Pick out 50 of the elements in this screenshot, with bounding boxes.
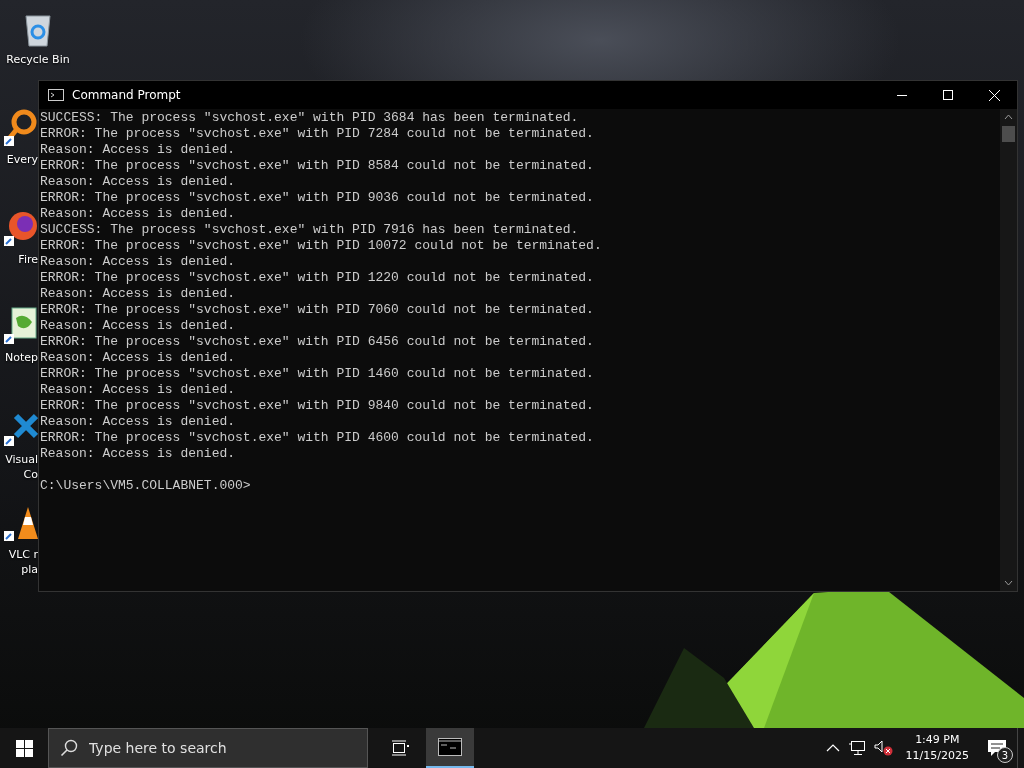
console-output-line: Reason: Access is denied. — [40, 382, 237, 398]
scroll-up-icon[interactable] — [1004, 114, 1013, 120]
console-output-line: ERROR: The process "svchost.exe" with PID 6456 could not be terminated. — [40, 334, 595, 350]
console-output-line: ERROR: The process "svchost.exe" with PID 7284 could not be terminated. — [40, 126, 595, 142]
console-output-line: ERROR: The process "svchost.exe" with PID 8584 could not be terminated. — [40, 158, 595, 174]
scroll-down-icon[interactable] — [1004, 580, 1013, 586]
desktop-icon-label[interactable]: Every — [6, 152, 38, 167]
maximize-icon — [943, 90, 953, 100]
command-prompt-line[interactable]: C:\Users\VM5.COLLABNET.000> — [40, 478, 1000, 494]
desktop-icon-label[interactable]: Visual — [5, 452, 38, 467]
console-output-line: ERROR: The process "svchost.exe" with PID 9036 could not be terminated. — [40, 190, 595, 206]
console-output-line: Reason: Access is denied. — [40, 206, 237, 222]
desktop-icon-label[interactable]: Notep — [4, 350, 38, 365]
desktop-icon-label[interactable]: pla — [21, 562, 38, 577]
desktop-icon-label[interactable]: Recycle Bin — [6, 52, 70, 67]
muted-speaker-icon[interactable] — [873, 740, 894, 756]
desktop-icon-label[interactable]: VLC r — [8, 547, 38, 562]
terminal-icon — [48, 89, 64, 101]
clock-time[interactable]: 1:49 PM — [915, 732, 960, 748]
clock-date[interactable]: 11/15/2025 — [905, 748, 969, 764]
console-output-line: Reason: Access is denied. — [40, 414, 237, 430]
scrollbar-thumb[interactable] — [1002, 126, 1015, 142]
chevron-up-icon[interactable] — [825, 743, 840, 753]
console-output-line: ERROR: The process "svchost.exe" with PID 1220 could not be terminated. — [40, 270, 595, 286]
console-output-line: ERROR: The process "svchost.exe" with PID 7060 could not be terminated. — [40, 302, 595, 318]
console-output-line: SUCCESS: The process "svchost.exe" with PID 3684 has been terminated. — [40, 110, 580, 126]
console-output-line: Reason: Access is denied. — [40, 142, 237, 158]
window-title: Command Prompt — [72, 88, 181, 102]
command-prompt-taskbar-button[interactable] — [426, 728, 474, 768]
console-output-line: ERROR: The process "svchost.exe" with PID 1460 could not be terminated. — [40, 366, 595, 382]
console-output-line: ERROR: The process "svchost.exe" with PID 9840 could not be terminated. — [40, 398, 595, 414]
notification-count-badge: 3 — [997, 747, 1013, 763]
console-output-line: ERROR: The process "svchost.exe" with PID 4600 could not be terminated. — [40, 430, 595, 446]
windows-logo-icon — [15, 739, 33, 757]
close-icon — [988, 89, 1000, 101]
desktop-icon-label[interactable]: Fire — [18, 252, 38, 267]
search-icon — [60, 739, 78, 757]
console-output-line: Reason: Access is denied. — [40, 318, 237, 334]
desktop-icon-label[interactable]: Co — [23, 467, 38, 482]
search-field[interactable]: Type here to search — [48, 728, 368, 768]
terminal-icon — [438, 738, 462, 756]
task-view-icon — [391, 740, 409, 756]
console-output-line: SUCCESS: The process "svchost.exe" with PID 7916 has been terminated. — [40, 222, 580, 238]
console-output-line: Reason: Access is denied. — [40, 254, 237, 270]
console-output-line: ERROR: The process "svchost.exe" with PID 10072 could not be terminated. — [40, 238, 603, 254]
console-output-line: Reason: Access is denied. — [40, 174, 237, 190]
console-output-line: Reason: Access is denied. — [40, 350, 237, 366]
console-output-line: Reason: Access is denied. — [40, 286, 237, 302]
console-output-line: Reason: Access is denied. — [40, 446, 237, 462]
network-icon[interactable] — [847, 740, 866, 756]
